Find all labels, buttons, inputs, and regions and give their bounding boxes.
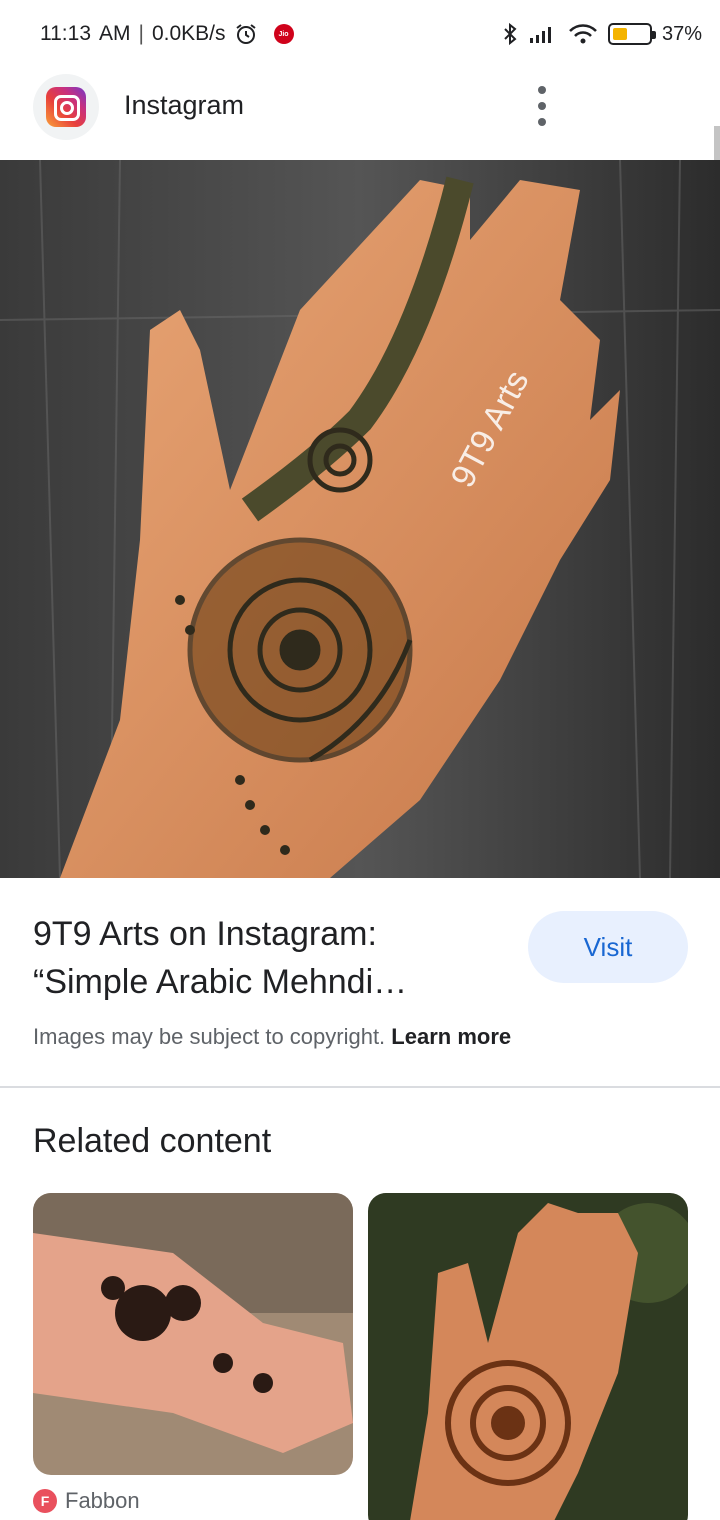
related-image-1 xyxy=(33,1193,353,1475)
app-title: Instagram xyxy=(124,90,245,120)
status-separator: | xyxy=(138,22,144,45)
copyright-text: Images may be subject to copyright. xyxy=(33,1024,386,1049)
related-heading: Related content xyxy=(33,1122,272,1160)
signal-icon xyxy=(529,27,551,43)
alarm-icon xyxy=(235,24,256,44)
related-image-2 xyxy=(368,1193,688,1520)
app-header: Instagram xyxy=(0,70,720,226)
source-name: Fabbon xyxy=(65,1488,140,1513)
henna-hand-illustration: 9T9 Arts xyxy=(0,160,720,878)
status-time: 11:13 xyxy=(40,22,91,45)
battery-fill xyxy=(612,28,627,40)
battery-percent: 37% xyxy=(661,22,702,45)
app-logo-container[interactable] xyxy=(33,74,99,140)
result-title[interactable]: 9T9 Arts on Instagram: “Simple Arabic Me… xyxy=(33,910,483,1006)
related-card[interactable] xyxy=(33,1193,353,1475)
copyright-notice: Images may be subject to copyright. Lear… xyxy=(33,1024,511,1050)
visit-button[interactable]: Visit xyxy=(528,911,688,983)
instagram-icon xyxy=(46,87,86,127)
status-bar: 11:13 AM | 0.0KB/s Jio 37% xyxy=(0,0,720,70)
status-left: 11:13 AM | 0.0KB/s Jio xyxy=(40,22,294,46)
related-card[interactable] xyxy=(368,1193,688,1520)
result-info: 9T9 Arts on Instagram: “Simple Arabic Me… xyxy=(0,878,720,1088)
battery-icon xyxy=(607,23,656,45)
preview-image[interactable]: 9T9 Arts xyxy=(0,160,720,878)
status-right: 37% xyxy=(502,22,702,46)
fabbon-icon: F xyxy=(33,1489,57,1513)
related-source[interactable]: F Fabbon xyxy=(33,1488,140,1514)
learn-more-link[interactable]: Learn more xyxy=(391,1024,511,1049)
status-ampm: AM xyxy=(99,22,131,45)
bluetooth-icon xyxy=(504,22,517,46)
jio-icon: Jio xyxy=(273,24,294,44)
network-speed: 0.0KB/s xyxy=(151,22,226,45)
more-options-icon[interactable] xyxy=(530,86,554,126)
wifi-icon xyxy=(569,24,597,44)
